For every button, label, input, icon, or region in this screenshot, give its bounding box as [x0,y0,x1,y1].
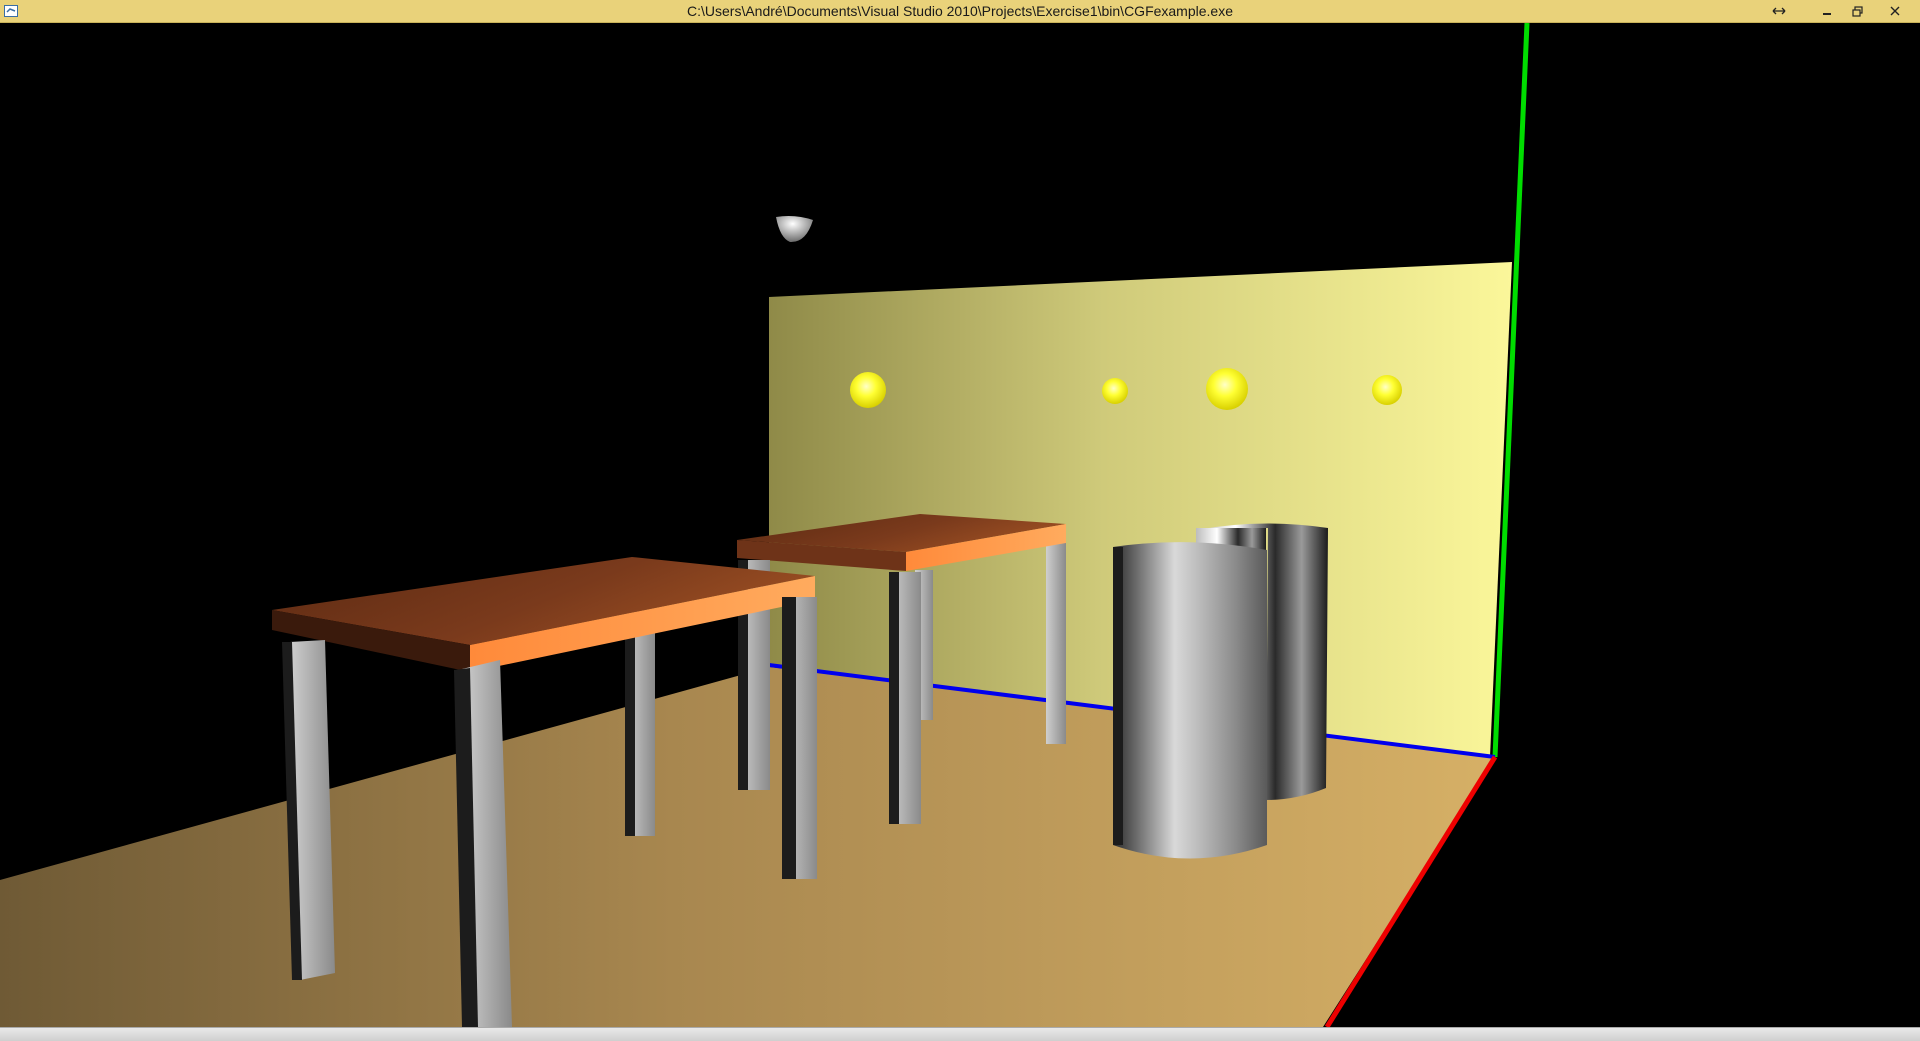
close-button[interactable] [1878,0,1912,22]
minimize-icon [1822,6,1832,16]
window-title: C:\Users\André\Documents\Visual Studio 2… [687,3,1233,19]
light-1 [850,372,886,408]
opengl-viewport[interactable] [0,23,1920,1027]
restore-button[interactable] [1840,0,1874,22]
restore-icon [1851,5,1863,17]
cylinder-front [1113,542,1267,859]
light-2 [1102,378,1128,404]
minimize-button[interactable] [1810,0,1844,22]
resize-arrows-icon [1772,6,1786,16]
title-bar[interactable]: C:\Users\André\Documents\Visual Studio 2… [0,0,1920,23]
light-3 [1206,368,1248,410]
resize-button[interactable] [1762,0,1796,22]
close-icon [1890,6,1900,16]
light-4 [1372,375,1402,405]
status-bar [0,1027,1920,1041]
